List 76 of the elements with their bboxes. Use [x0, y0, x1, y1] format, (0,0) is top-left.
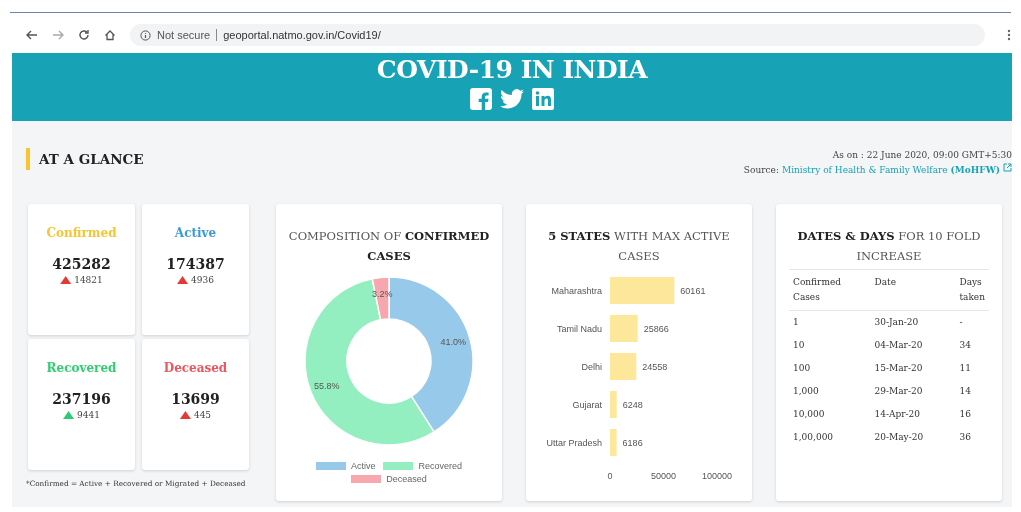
- legend-item[interactable]: Recovered: [383, 461, 462, 471]
- table-title: DATES & DAYS FOR 10 FOLD INCREASE: [796, 228, 982, 265]
- section-heading: AT A GLANCE: [26, 148, 144, 170]
- column-header: Days taken: [955, 269, 989, 311]
- category-label: Gujarat: [572, 400, 602, 410]
- table-cell-text: 100: [792, 362, 812, 375]
- bar-value: 60161: [680, 286, 706, 296]
- forward-arrow-icon[interactable]: [52, 30, 64, 40]
- chart-title: COMPOSITION OF CONFIRMED CASES: [287, 228, 491, 265]
- table-cell: 30-Jan-20: [870, 310, 956, 334]
- table-cell-text: 10,000: [792, 408, 826, 421]
- table-cell: -: [955, 310, 989, 334]
- bar-value: 25866: [643, 324, 669, 334]
- update-date: As on : 22 June 2020, 09:00 GMT+5:30: [831, 149, 1012, 162]
- category-label: Tamil Nadu: [556, 324, 602, 334]
- stat-value: 174387: [166, 256, 225, 272]
- bar: [610, 429, 617, 456]
- url-text: geoportal.natmo.gov.in/Covid19/: [223, 29, 381, 41]
- category-label: Uttar Pradesh: [546, 438, 602, 448]
- table-cell-text: 34: [958, 339, 972, 352]
- table-cell-text: 14: [958, 385, 972, 398]
- axis-tick: 50000: [651, 471, 676, 481]
- slice-label: 55.8%: [314, 381, 340, 392]
- stat-change: 4936: [191, 275, 214, 285]
- table-cell-text: 10: [792, 339, 806, 352]
- category-label: Delhi: [581, 362, 602, 372]
- bar: [610, 315, 638, 342]
- stat-change: 9441: [77, 410, 100, 420]
- back-arrow-icon[interactable]: [26, 30, 38, 40]
- table-cell-text: 15-Mar-20: [873, 362, 924, 375]
- security-status: Not secure: [157, 29, 211, 41]
- address-bar[interactable]: Not secure geoportal.natmo.gov.in/Covid19/: [130, 24, 985, 46]
- bar-value: 6248: [622, 400, 643, 410]
- table-cell-text: 14-Apr-20: [873, 408, 922, 421]
- table-cell-text: 20-May-20: [873, 431, 925, 444]
- slice-label: 41.0%: [440, 337, 467, 348]
- axis-tick: 100000: [702, 471, 732, 481]
- stat-label: Active: [174, 226, 217, 240]
- table-cell-text: 16: [958, 408, 972, 421]
- reload-icon[interactable]: [78, 29, 90, 41]
- stat-label: Recovered: [46, 361, 117, 375]
- category-label: Maharashtra: [551, 286, 602, 296]
- source-label: Source:: [743, 164, 779, 177]
- axis-tick: 0: [607, 471, 613, 481]
- bar-value: 6186: [622, 438, 643, 448]
- table-cell-text: 1,00,000: [792, 431, 835, 444]
- linkedin-icon[interactable]: [532, 88, 554, 110]
- legend-item[interactable]: Deceased: [351, 474, 427, 484]
- stat-change: 445: [193, 410, 212, 420]
- legend-item[interactable]: Active: [315, 461, 376, 471]
- bar-value: 24558: [642, 362, 668, 372]
- stat-label: Deceased: [163, 361, 228, 375]
- bar: [610, 277, 675, 304]
- table-cell-text: 04-Mar-20: [873, 339, 924, 352]
- table-cell-text: 11: [958, 362, 972, 375]
- stat-label: Confirmed: [46, 226, 117, 240]
- column-header: Date: [870, 269, 956, 311]
- external-link-icon[interactable]: [1003, 163, 1012, 172]
- stat-change: 14821: [74, 275, 103, 285]
- twitter-icon[interactable]: [500, 89, 524, 109]
- table-cell: 1: [789, 310, 871, 334]
- stat-value: 13699: [171, 391, 220, 407]
- stat-value: 425282: [52, 256, 111, 272]
- table-cell-text: 36: [958, 431, 972, 444]
- table-cell-text: 1,000: [792, 385, 820, 398]
- facebook-icon[interactable]: [470, 88, 492, 110]
- chart-title: 5 STATES WITH MAX ACTIVE CASES: [547, 228, 731, 265]
- menu-icon[interactable]: [1007, 29, 1011, 41]
- column-header: Confirmed Cases: [789, 269, 871, 311]
- stat-value: 237196: [52, 391, 111, 407]
- info-icon[interactable]: [140, 29, 151, 41]
- bar: [610, 353, 637, 380]
- home-icon[interactable]: [104, 29, 116, 41]
- page-title: COVID-19 IN INDIA: [376, 54, 648, 86]
- table-cell-text: 29-Mar-20: [873, 385, 924, 398]
- bar: [610, 391, 617, 418]
